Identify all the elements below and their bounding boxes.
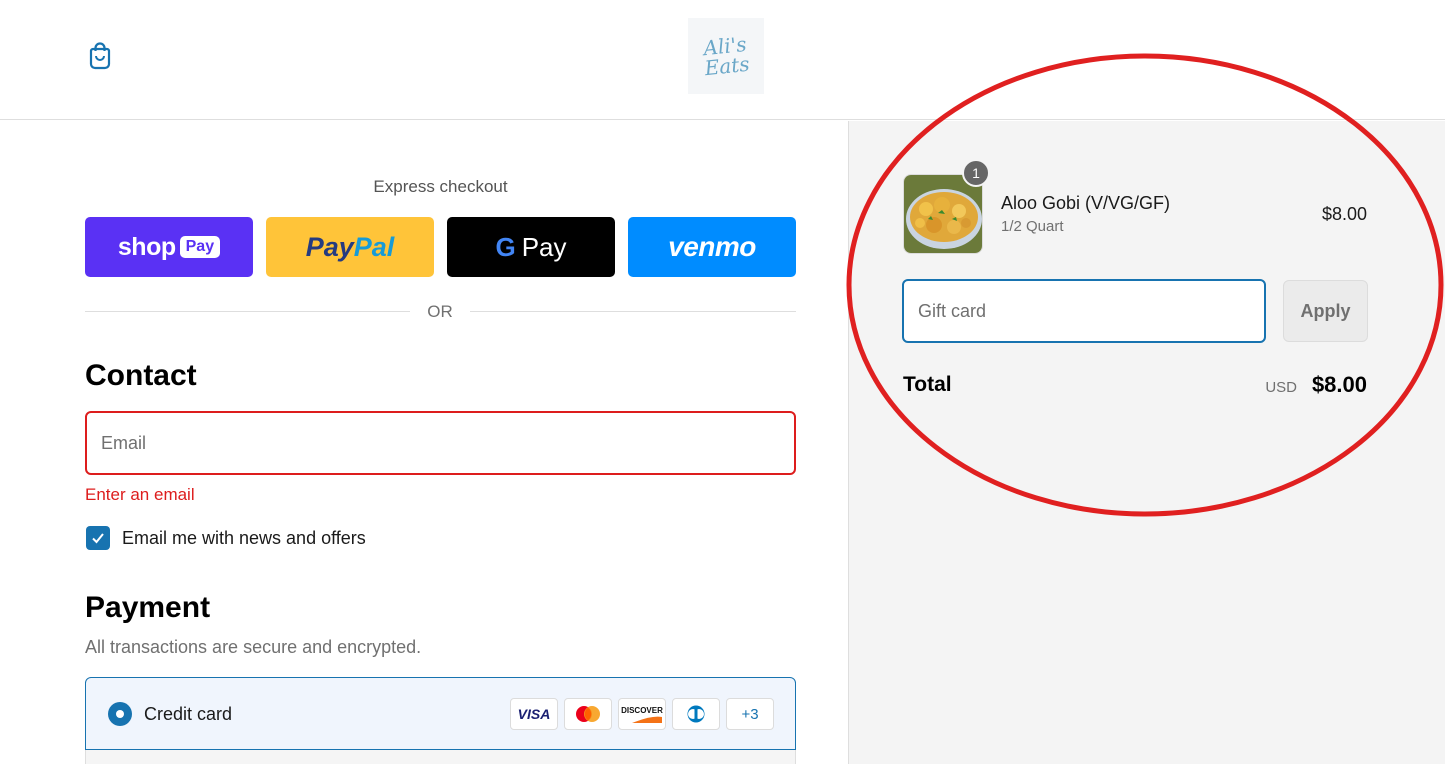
total-amount: $8.00 xyxy=(1311,372,1367,397)
or-divider-text: OR xyxy=(427,302,453,321)
diners-club-icon xyxy=(672,698,720,730)
contact-heading: Contact xyxy=(85,359,197,392)
product-name: Aloo Gobi (V/VG/GF) xyxy=(1001,193,1171,213)
divider-left xyxy=(85,311,410,312)
order-summary: 1 Aloo Gobi (V/VG/GF) 1/2 Quart $8.00 Ap… xyxy=(848,121,1445,764)
google-pay-button[interactable]: G Pay xyxy=(447,217,615,277)
discover-label: DISCOVER xyxy=(621,705,663,715)
payment-heading: Payment xyxy=(85,591,211,624)
express-checkout-title: Express checkout xyxy=(373,177,508,196)
google-pay-label: Pay xyxy=(521,231,567,262)
quantity-badge: 1 xyxy=(962,159,990,187)
credit-card-radio[interactable] xyxy=(108,702,132,726)
product-price: $8.00 xyxy=(1321,204,1367,224)
gift-card-input[interactable] xyxy=(904,281,1264,341)
paypal-wordmark-pay: Pay xyxy=(305,231,354,262)
credit-card-form-area xyxy=(85,750,796,764)
apply-button[interactable]: Apply xyxy=(1283,280,1368,342)
shop-pay-wordmark: shop xyxy=(117,232,176,261)
newsletter-label[interactable]: Email me with news and offers xyxy=(122,528,366,549)
product-variant: 1/2 Quart xyxy=(1001,218,1064,235)
venmo-button[interactable]: venmo xyxy=(628,217,796,277)
checkout-main: Express checkout shop Pay Pay Pal G Pay v… xyxy=(0,121,848,764)
more-cards-badge: +3 xyxy=(726,698,774,730)
email-input[interactable] xyxy=(87,413,794,473)
shop-pay-button[interactable]: shop Pay xyxy=(85,217,253,277)
email-field[interactable] xyxy=(85,411,796,475)
gift-card-field[interactable] xyxy=(902,279,1266,343)
credit-card-label: Credit card xyxy=(144,704,233,724)
paypal-wordmark-pal: Pal xyxy=(353,231,395,262)
visa-icon: VISA xyxy=(510,698,558,730)
payment-subtitle: All transactions are secure and encrypte… xyxy=(85,637,422,657)
logo-text: Ali's Eats xyxy=(702,31,751,81)
header: Ali's Eats xyxy=(0,0,1445,120)
mastercard-icon xyxy=(564,698,612,730)
total-label: Total xyxy=(903,373,952,396)
radio-dot xyxy=(116,710,124,718)
email-error-message: Enter an email xyxy=(85,485,195,504)
google-g-icon: G xyxy=(495,231,516,262)
paypal-button[interactable]: Pay Pal xyxy=(266,217,434,277)
total-currency: USD xyxy=(1265,379,1297,396)
discover-icon: DISCOVER xyxy=(618,698,666,730)
shop-pay-pill: Pay xyxy=(179,236,221,258)
shopping-bag-icon[interactable] xyxy=(86,40,114,70)
store-logo[interactable]: Ali's Eats xyxy=(688,18,764,94)
credit-card-option[interactable]: Credit card VISA DISCOVER +3 xyxy=(85,677,796,750)
venmo-wordmark: venmo xyxy=(668,231,756,262)
divider-right xyxy=(470,311,796,312)
checkmark-icon xyxy=(92,533,104,544)
aloo-gobi-image xyxy=(904,175,982,253)
newsletter-checkbox[interactable] xyxy=(86,526,110,550)
